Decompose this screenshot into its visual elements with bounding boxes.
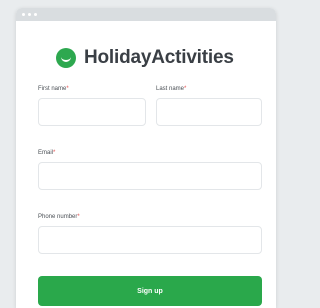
first-name-required-mark: * (66, 86, 69, 92)
last-name-required-mark: * (184, 86, 187, 92)
window-titlebar (16, 8, 276, 21)
signup-form-page: HolidayActivities First name* Last name*… (16, 21, 276, 308)
phone-required-mark: * (77, 214, 80, 220)
first-name-label: First name* (38, 86, 69, 92)
phone-label: Phone number* (38, 214, 80, 220)
email-required-mark: * (53, 150, 56, 156)
window-dot-2 (28, 13, 31, 16)
first-name-label-text: First name (38, 86, 67, 92)
brand-name: HolidayActivities (84, 47, 234, 68)
phone-number-field[interactable] (38, 226, 262, 254)
brand-header: HolidayActivities (56, 47, 234, 69)
window-dot-3 (34, 13, 37, 16)
first-name-field[interactable] (38, 98, 146, 126)
last-name-label-text: Last name (156, 86, 185, 92)
email-label: Email* (38, 150, 55, 156)
smile-logo-icon (56, 48, 76, 68)
sign-up-button[interactable]: Sign up (38, 276, 262, 306)
window-dot-1 (22, 13, 25, 16)
phone-label-text: Phone number (38, 214, 78, 220)
last-name-label: Last name* (156, 86, 186, 92)
email-field[interactable] (38, 162, 262, 190)
last-name-field[interactable] (156, 98, 262, 126)
email-label-text: Email (38, 150, 54, 156)
browser-window: HolidayActivities First name* Last name*… (16, 8, 276, 308)
